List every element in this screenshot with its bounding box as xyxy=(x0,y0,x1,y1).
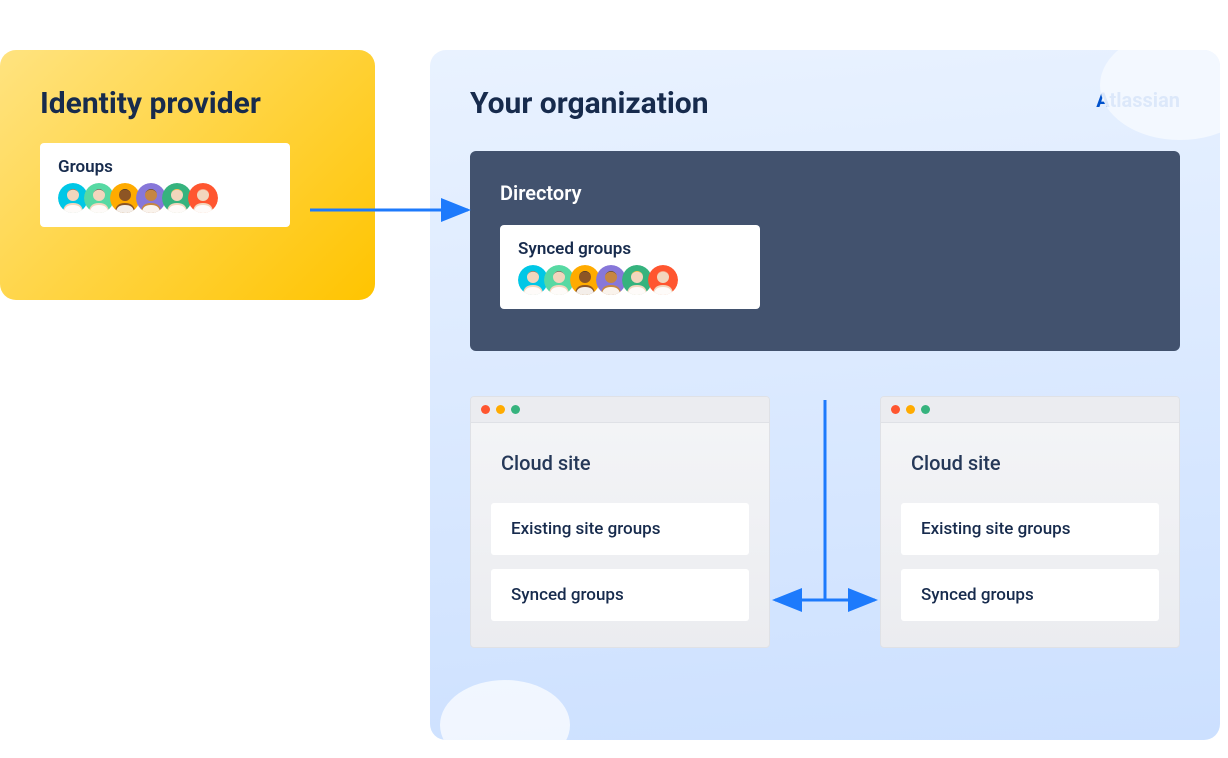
cloud-site-body: Cloud site Existing site groups Synced gro… xyxy=(881,423,1179,647)
groups-card-title: Groups xyxy=(58,157,272,177)
cloud-site-window: Cloud site Existing site groups Synced gro… xyxy=(470,396,770,648)
organization-header: Your organization Atlassian xyxy=(470,86,1180,121)
yellow-traffic-light-icon xyxy=(496,405,505,414)
synced-groups-title: Synced groups xyxy=(518,239,742,259)
directory-title: Directory xyxy=(500,181,1150,205)
yellow-traffic-light-icon xyxy=(906,405,915,414)
avatar-6-icon xyxy=(188,183,218,213)
cloud-site-row: Synced groups xyxy=(901,569,1159,621)
cloud-site-title: Cloud site xyxy=(491,451,749,475)
green-traffic-light-icon xyxy=(921,405,930,414)
organization-panel: Your organization Atlassian Directory Sy… xyxy=(430,50,1220,740)
cloud-site-body: Cloud site Existing site groups Synced gro… xyxy=(471,423,769,647)
identity-provider-title: Identity provider xyxy=(40,86,339,121)
cloud-site-row: Existing site groups xyxy=(901,503,1159,555)
red-traffic-light-icon xyxy=(481,405,490,414)
cloud-site-row: Existing site groups xyxy=(491,503,749,555)
window-titlebar xyxy=(471,397,769,423)
identity-provider-panel: Identity provider Groups xyxy=(0,50,375,300)
groups-avatars xyxy=(58,183,272,213)
decorative-cloud-icon xyxy=(440,680,570,740)
synced-groups-avatars xyxy=(518,265,742,295)
decorative-cloud-icon xyxy=(1100,50,1220,140)
red-traffic-light-icon xyxy=(891,405,900,414)
avatar-6-icon xyxy=(648,265,678,295)
cloud-site-row: Synced groups xyxy=(491,569,749,621)
synced-groups-card: Synced groups xyxy=(500,225,760,309)
cloud-sites-row: Cloud site Existing site groups Synced gro… xyxy=(470,396,1180,648)
organization-title: Your organization xyxy=(470,86,709,121)
directory-block: Directory Synced groups xyxy=(470,151,1180,351)
cloud-site-title: Cloud site xyxy=(901,451,1159,475)
window-titlebar xyxy=(881,397,1179,423)
cloud-site-window: Cloud site Existing site groups Synced gro… xyxy=(880,396,1180,648)
groups-card: Groups xyxy=(40,143,290,227)
green-traffic-light-icon xyxy=(511,405,520,414)
